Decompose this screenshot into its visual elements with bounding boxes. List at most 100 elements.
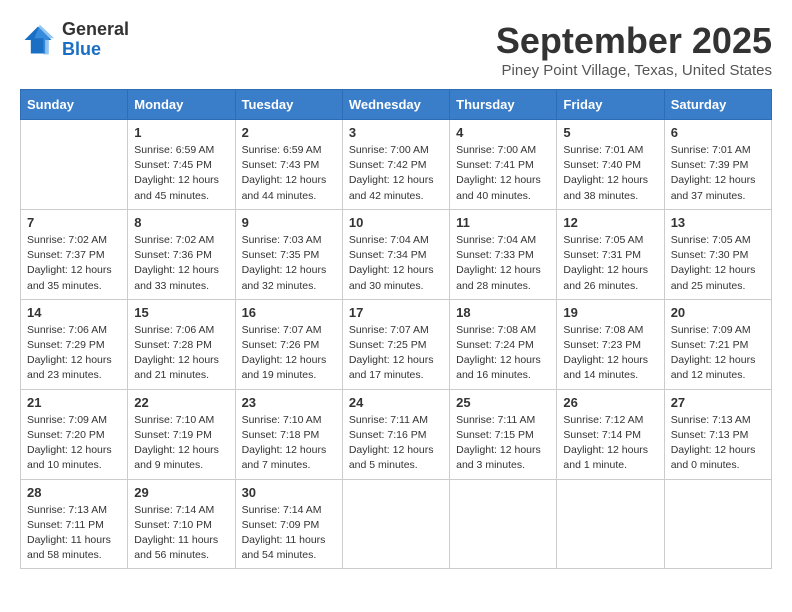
day-number: 17 — [349, 305, 443, 320]
day-number: 5 — [563, 125, 657, 140]
day-info: Sunrise: 7:14 AMSunset: 7:10 PMDaylight:… — [134, 503, 228, 564]
day-number: 23 — [242, 395, 336, 410]
day-info: Sunrise: 7:13 AMSunset: 7:11 PMDaylight:… — [27, 503, 121, 564]
calendar-table: SundayMondayTuesdayWednesdayThursdayFrid… — [20, 89, 772, 569]
calendar-cell: 27 Sunrise: 7:13 AMSunset: 7:13 PMDayligh… — [664, 389, 771, 479]
day-info: Sunrise: 7:04 AMSunset: 7:34 PMDaylight:… — [349, 233, 443, 294]
month-title: September 2025 — [496, 20, 772, 62]
day-info: Sunrise: 6:59 AMSunset: 7:43 PMDaylight:… — [242, 143, 336, 204]
day-info: Sunrise: 7:02 AMSunset: 7:36 PMDaylight:… — [134, 233, 228, 294]
day-number: 4 — [456, 125, 550, 140]
weekday-header-tuesday: Tuesday — [235, 90, 342, 120]
weekday-header-sunday: Sunday — [21, 90, 128, 120]
calendar-cell: 26 Sunrise: 7:12 AMSunset: 7:14 PMDayligh… — [557, 389, 664, 479]
day-number: 19 — [563, 305, 657, 320]
weekday-header-saturday: Saturday — [664, 90, 771, 120]
day-number: 27 — [671, 395, 765, 410]
day-number: 16 — [242, 305, 336, 320]
calendar-cell: 9Sunrise: 7:03 AMSunset: 7:35 PMDaylight… — [235, 209, 342, 299]
weekday-header-friday: Friday — [557, 90, 664, 120]
day-number: 18 — [456, 305, 550, 320]
calendar-cell — [450, 479, 557, 569]
day-info: Sunrise: 7:04 AMSunset: 7:33 PMDaylight:… — [456, 233, 550, 294]
calendar-cell: 11 Sunrise: 7:04 AMSunset: 7:33 PMDayligh… — [450, 209, 557, 299]
week-row-5: 28 Sunrise: 7:13 AMSunset: 7:11 PMDayligh… — [21, 479, 772, 569]
calendar-cell: 30 Sunrise: 7:14 AMSunset: 7:09 PMDayligh… — [235, 479, 342, 569]
day-info: Sunrise: 7:02 AMSunset: 7:37 PMDaylight:… — [27, 233, 121, 294]
day-number: 15 — [134, 305, 228, 320]
day-number: 30 — [242, 485, 336, 500]
calendar-cell: 3 Sunrise: 7:00 AMSunset: 7:42 PMDaylight… — [342, 120, 449, 210]
calendar-cell: 22 Sunrise: 7:10 AMSunset: 7:19 PMDayligh… — [128, 389, 235, 479]
logo-text: General Blue — [62, 20, 129, 60]
day-info: Sunrise: 7:06 AMSunset: 7:28 PMDaylight:… — [134, 323, 228, 384]
day-info: Sunrise: 7:12 AMSunset: 7:14 PMDaylight:… — [563, 413, 657, 474]
day-info: Sunrise: 7:00 AMSunset: 7:42 PMDaylight:… — [349, 143, 443, 204]
calendar-cell: 7 Sunrise: 7:02 AMSunset: 7:37 PMDaylight… — [21, 209, 128, 299]
calendar-cell: 2Sunrise: 6:59 AMSunset: 7:43 PMDaylight… — [235, 120, 342, 210]
calendar-cell: 29 Sunrise: 7:14 AMSunset: 7:10 PMDayligh… — [128, 479, 235, 569]
week-row-4: 21Sunrise: 7:09 AMSunset: 7:20 PMDayligh… — [21, 389, 772, 479]
header: General Blue September 2025 Piney Point … — [20, 20, 772, 79]
calendar-cell: 4 Sunrise: 7:00 AMSunset: 7:41 PMDaylight… — [450, 120, 557, 210]
calendar-cell: 10Sunrise: 7:04 AMSunset: 7:34 PMDayligh… — [342, 209, 449, 299]
calendar-cell: 28 Sunrise: 7:13 AMSunset: 7:11 PMDayligh… — [21, 479, 128, 569]
day-number: 8 — [134, 215, 228, 230]
calendar-cell: 24 Sunrise: 7:11 AMSunset: 7:16 PMDayligh… — [342, 389, 449, 479]
calendar-cell: 18 Sunrise: 7:08 AMSunset: 7:24 PMDayligh… — [450, 299, 557, 389]
week-row-2: 7 Sunrise: 7:02 AMSunset: 7:37 PMDaylight… — [21, 209, 772, 299]
calendar-cell: 23 Sunrise: 7:10 AMSunset: 7:18 PMDayligh… — [235, 389, 342, 479]
calendar-cell: 16 Sunrise: 7:07 AMSunset: 7:26 PMDayligh… — [235, 299, 342, 389]
day-info: Sunrise: 7:11 AMSunset: 7:15 PMDaylight:… — [456, 413, 550, 474]
day-number: 28 — [27, 485, 121, 500]
day-info: Sunrise: 7:07 AMSunset: 7:26 PMDaylight:… — [242, 323, 336, 384]
day-info: Sunrise: 7:05 AMSunset: 7:31 PMDaylight:… — [563, 233, 657, 294]
calendar-cell — [342, 479, 449, 569]
day-info: Sunrise: 7:10 AMSunset: 7:19 PMDaylight:… — [134, 413, 228, 474]
weekday-header-monday: Monday — [128, 90, 235, 120]
calendar-cell — [21, 120, 128, 210]
day-number: 29 — [134, 485, 228, 500]
day-number: 9 — [242, 215, 336, 230]
day-number: 21 — [27, 395, 121, 410]
location: Piney Point Village, Texas, United State… — [496, 62, 772, 79]
calendar-cell: 15 Sunrise: 7:06 AMSunset: 7:28 PMDayligh… — [128, 299, 235, 389]
day-number: 25 — [456, 395, 550, 410]
calendar-cell: 12Sunrise: 7:05 AMSunset: 7:31 PMDayligh… — [557, 209, 664, 299]
day-info: Sunrise: 7:13 AMSunset: 7:13 PMDaylight:… — [671, 413, 765, 474]
calendar-cell — [557, 479, 664, 569]
calendar-cell: 21Sunrise: 7:09 AMSunset: 7:20 PMDayligh… — [21, 389, 128, 479]
day-number: 7 — [27, 215, 121, 230]
calendar-cell: 19Sunrise: 7:08 AMSunset: 7:23 PMDayligh… — [557, 299, 664, 389]
day-info: Sunrise: 7:11 AMSunset: 7:16 PMDaylight:… — [349, 413, 443, 474]
day-info: Sunrise: 7:08 AMSunset: 7:24 PMDaylight:… — [456, 323, 550, 384]
week-row-3: 14Sunrise: 7:06 AMSunset: 7:29 PMDayligh… — [21, 299, 772, 389]
day-number: 3 — [349, 125, 443, 140]
logo-icon — [20, 22, 56, 58]
day-info: Sunrise: 7:07 AMSunset: 7:25 PMDaylight:… — [349, 323, 443, 384]
day-number: 6 — [671, 125, 765, 140]
day-info: Sunrise: 7:09 AMSunset: 7:21 PMDaylight:… — [671, 323, 765, 384]
day-number: 20 — [671, 305, 765, 320]
calendar-cell: 1Sunrise: 6:59 AMSunset: 7:45 PMDaylight… — [128, 120, 235, 210]
week-row-1: 1Sunrise: 6:59 AMSunset: 7:45 PMDaylight… — [21, 120, 772, 210]
day-info: Sunrise: 7:14 AMSunset: 7:09 PMDaylight:… — [242, 503, 336, 564]
day-info: Sunrise: 7:01 AMSunset: 7:40 PMDaylight:… — [563, 143, 657, 204]
calendar-cell: 8 Sunrise: 7:02 AMSunset: 7:36 PMDaylight… — [128, 209, 235, 299]
calendar-cell: 14Sunrise: 7:06 AMSunset: 7:29 PMDayligh… — [21, 299, 128, 389]
day-number: 11 — [456, 215, 550, 230]
day-number: 24 — [349, 395, 443, 410]
calendar-cell: 25 Sunrise: 7:11 AMSunset: 7:15 PMDayligh… — [450, 389, 557, 479]
calendar-cell: 20 Sunrise: 7:09 AMSunset: 7:21 PMDayligh… — [664, 299, 771, 389]
weekday-header-row: SundayMondayTuesdayWednesdayThursdayFrid… — [21, 90, 772, 120]
day-info: Sunrise: 7:10 AMSunset: 7:18 PMDaylight:… — [242, 413, 336, 474]
day-number: 22 — [134, 395, 228, 410]
weekday-header-wednesday: Wednesday — [342, 90, 449, 120]
weekday-header-thursday: Thursday — [450, 90, 557, 120]
calendar-cell — [664, 479, 771, 569]
calendar-cell: 6Sunrise: 7:01 AMSunset: 7:39 PMDaylight… — [664, 120, 771, 210]
day-number: 26 — [563, 395, 657, 410]
day-info: Sunrise: 7:06 AMSunset: 7:29 PMDaylight:… — [27, 323, 121, 384]
day-info: Sunrise: 7:00 AMSunset: 7:41 PMDaylight:… — [456, 143, 550, 204]
calendar-cell: 17 Sunrise: 7:07 AMSunset: 7:25 PMDayligh… — [342, 299, 449, 389]
